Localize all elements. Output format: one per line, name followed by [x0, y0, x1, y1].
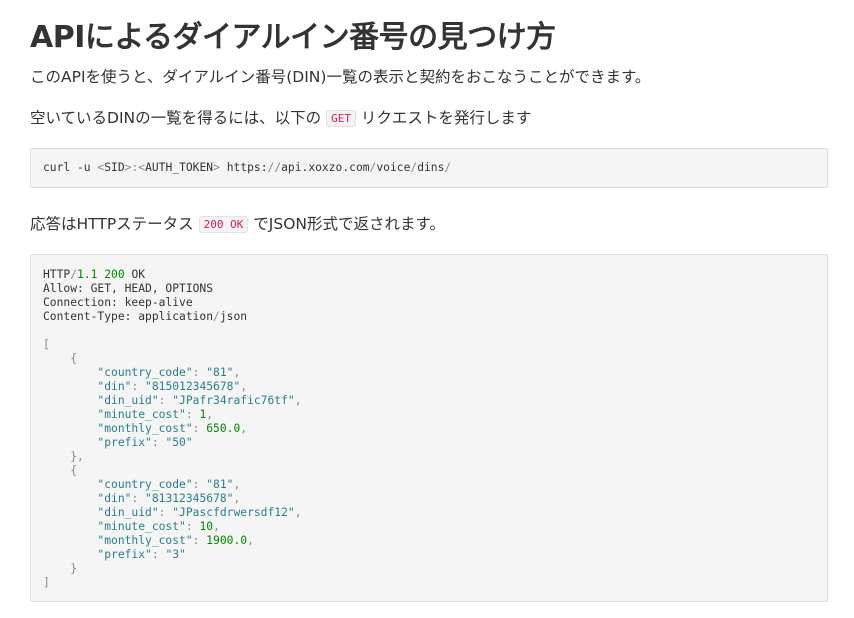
- auth-token-placeholder: AUTH_TOKEN: [145, 161, 214, 174]
- json-value: "81": [206, 366, 234, 379]
- inline-code-get: GET: [326, 110, 356, 127]
- page-title: APIによるダイアルイン番号の見つけ方: [30, 20, 556, 55]
- json-value: "815012345678": [145, 380, 241, 393]
- json-value: "50": [165, 436, 193, 449]
- code-punct: /: [70, 268, 78, 281]
- json-value: 1900.0: [206, 534, 248, 547]
- json-key: "din_uid": [97, 394, 159, 407]
- url-part: https:: [219, 161, 268, 174]
- json-value: "JPafr34rafic76tf": [172, 394, 295, 407]
- curl-command: curl -u: [43, 161, 98, 174]
- json-key: "din": [97, 380, 132, 393]
- intro-paragraph: このAPIを使うと、ダイアルイン番号(DIN)一覧の表示と契約をおこなうことがで…: [30, 68, 651, 86]
- json-key: "prefix": [97, 436, 152, 449]
- document-page: APIによるダイアルイン番号の見つけ方 このAPIを使うと、ダイアルイン番号(D…: [0, 0, 854, 618]
- content-type-value: json: [219, 310, 248, 323]
- json-key: "monthly_cost": [97, 534, 193, 547]
- response-lead-text: 応答はHTTPステータス: [30, 215, 194, 233]
- json-value: "3": [165, 548, 186, 561]
- response-lead-text-end: でJSON形式で返されます。: [253, 215, 445, 233]
- json-value: "81": [206, 478, 234, 491]
- list-lead-text-end: リクエストを発行します: [360, 109, 532, 127]
- url-part: voice: [376, 161, 411, 174]
- header-line: Allow: GET, HEAD, OPTIONS: [43, 282, 214, 295]
- json-key: "prefix": [97, 548, 152, 561]
- http-status-line: HTTP/1.1 200 OK: [43, 268, 145, 281]
- json-bracket: ]: [43, 576, 50, 589]
- http-status-code: 200: [104, 268, 125, 281]
- json-value: "JPascfdrwersdf12": [172, 506, 295, 519]
- list-lead-text: 空いているDINの一覧を得るには、以下の: [30, 109, 322, 127]
- content-type-key: Content-Type: application: [43, 310, 214, 323]
- code-punct: >: [213, 161, 220, 174]
- json-value: "81312345678": [145, 492, 234, 505]
- json-brace: },: [70, 450, 84, 463]
- json-key: "din": [97, 492, 132, 505]
- code-punct: /: [213, 310, 220, 323]
- request-code-block: curl -u <SID>:<AUTH_TOKEN> https://api.x…: [30, 148, 828, 188]
- http-version: 1.1: [77, 268, 98, 281]
- http-status-text: OK: [131, 268, 146, 281]
- inline-code-200-ok: 200 OK: [198, 216, 249, 233]
- code-punct: //: [267, 161, 282, 174]
- json-key: "minute_cost": [97, 520, 186, 533]
- url-part: api.xoxzo.com: [281, 161, 370, 174]
- json-key: "country_code": [97, 366, 193, 379]
- json-value: 10: [199, 520, 214, 533]
- header-line: Content-Type: application/json: [43, 310, 247, 323]
- response-lead-paragraph: 応答はHTTPステータス 200 OK でJSON形式で返されます。: [30, 213, 445, 237]
- http-proto: HTTP: [43, 268, 71, 281]
- json-key: "monthly_cost": [97, 422, 193, 435]
- json-key: "minute_cost": [97, 408, 186, 421]
- json-key: "din_uid": [97, 506, 159, 519]
- code-punct: /: [444, 161, 452, 174]
- sid-placeholder: SID: [104, 161, 125, 174]
- json-brace: {: [70, 464, 78, 477]
- header-line: Connection: keep-alive: [43, 296, 193, 309]
- json-key: "country_code": [97, 478, 193, 491]
- json-bracket: [: [43, 338, 50, 351]
- url-part: dins: [417, 161, 445, 174]
- json-brace: }: [70, 562, 78, 575]
- response-code-block: HTTP/1.1 200 OK Allow: GET, HEAD, OPTION…: [30, 254, 828, 602]
- json-brace: {: [70, 352, 78, 365]
- list-lead-paragraph: 空いているDINの一覧を得るには、以下の GET リクエストを発行します: [30, 107, 531, 131]
- json-value: 650.0: [206, 422, 241, 435]
